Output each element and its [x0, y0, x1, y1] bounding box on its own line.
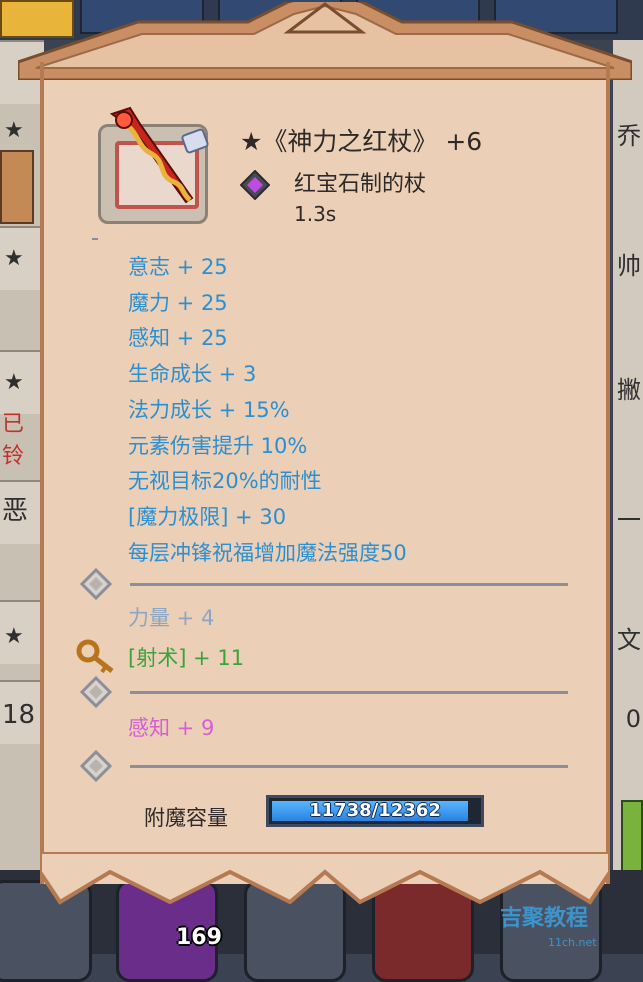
- item-tooltip: ★《神力之红杖》 +6 红宝石制的杖 1.3s 意志 + 25 魔力 + 25 …: [18, 2, 632, 905]
- enchant-capacity-bar: 11738/12362: [266, 795, 484, 827]
- attack-speed: 1.3s: [294, 202, 337, 226]
- right-text: 文: [617, 626, 641, 654]
- stat-line: 意志 + 25: [128, 255, 228, 279]
- star-icon: ★: [4, 246, 24, 271]
- right-text: 撇: [617, 376, 641, 404]
- right-text: 帅: [617, 252, 641, 280]
- right-text: 0: [625, 705, 641, 733]
- socket-divider: [130, 583, 568, 586]
- stat-line: 无视目标20%的耐性: [128, 469, 322, 494]
- stat-line: 生命成长 + 3: [128, 362, 257, 387]
- list-item-label: 已铃: [2, 412, 25, 469]
- right-list: 乔 帅 撇 一 文 0: [613, 40, 643, 934]
- item-subtitle: 红宝石制的杖: [294, 172, 427, 197]
- star-icon: ★: [4, 370, 24, 395]
- list-item[interactable]: ★ 已铃: [0, 350, 44, 469]
- socket-diamond-icon: [80, 676, 112, 708]
- right-text: 乔: [617, 122, 641, 150]
- list-item[interactable]: 恶: [0, 480, 44, 544]
- socket-bonus-archery: [射术] + 11: [128, 646, 245, 670]
- enchant-capacity-label: 附魔容量: [144, 806, 228, 830]
- watermark-url: 11ch.net: [548, 936, 597, 949]
- stat-line: 感知 + 25: [128, 326, 228, 351]
- key-icon: [76, 639, 114, 674]
- list-item[interactable]: ★: [0, 226, 44, 290]
- stat-line: 魔力 + 25: [128, 290, 228, 315]
- socket-bonus-strength: 力量 + 4: [128, 606, 215, 630]
- enchant-capacity-value: 11738/12362: [309, 800, 441, 821]
- socket-diamond-icon: [80, 750, 112, 782]
- right-text: 一: [617, 506, 641, 534]
- star-icon: ★: [4, 624, 24, 649]
- list-item-count: 18: [2, 700, 36, 730]
- purple-gem-icon: [240, 170, 270, 200]
- list-item[interactable]: ★: [0, 600, 44, 664]
- star-icon: ★: [4, 118, 24, 143]
- item-title: ★《神力之红杖》 +6: [240, 127, 483, 156]
- stat-line: 元素伤害提升 10%: [128, 433, 308, 458]
- stat-line: [魔力极限] + 30: [128, 504, 287, 529]
- socket-bonus-perception: 感知 + 9: [128, 716, 215, 740]
- scroll-bottom-ornament: [40, 852, 610, 905]
- stat-list: 意志 + 25 魔力 + 25 感知 + 25 生命成长 + 3 法力成长 + …: [128, 250, 407, 571]
- stat-line: 每层冲锋祝福增加魔法强度50: [128, 540, 407, 565]
- red-staff-icon: [109, 106, 209, 204]
- list-item[interactable]: 18: [0, 680, 44, 744]
- socket-divider: [130, 691, 568, 694]
- marker-dash: [92, 238, 98, 240]
- socket-diamond-icon: [80, 568, 112, 600]
- slot-count: 169: [176, 925, 222, 950]
- list-item-label: 恶: [2, 496, 29, 526]
- socket-divider: [130, 765, 568, 768]
- left-list: ★ ★ ★ 已铃 恶 ★ 18: [0, 40, 44, 870]
- stat-line: 法力成长 + 15%: [128, 397, 290, 422]
- left-orange-tab[interactable]: [0, 150, 34, 224]
